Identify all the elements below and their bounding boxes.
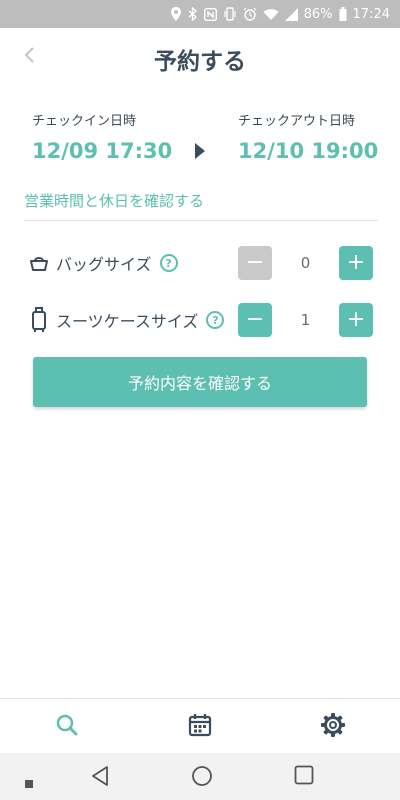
checkout-value: 12/10 19:00 — [238, 139, 379, 163]
arrow-right-icon — [195, 143, 205, 159]
home-circle-icon[interactable] — [191, 765, 213, 791]
vibrate-icon — [223, 7, 237, 21]
gear-icon — [320, 712, 346, 742]
bag-size-label: バッグサイズ — [56, 255, 152, 274]
suitcase-size-row: スーツケースサイズ ? − 1 + — [28, 302, 373, 338]
bag-icon — [28, 250, 50, 276]
bag-quantity-stepper: − 0 + — [238, 245, 373, 281]
suitcase-quantity-stepper: − 1 + — [238, 302, 373, 338]
bag-help-icon[interactable]: ? — [159, 254, 178, 272]
system-nav-bar — [0, 753, 400, 800]
search-icon — [55, 713, 79, 741]
nav-search[interactable] — [53, 713, 81, 741]
checkin-label: チェックイン日時 — [32, 114, 137, 129]
wifi-icon — [263, 8, 279, 21]
bag-quantity: 0 — [300, 254, 311, 272]
bag-size-row: バッグサイズ ? − 0 + — [28, 245, 373, 281]
checkin-datetime[interactable]: チェックイン日時 12/09 17:30 — [32, 110, 172, 163]
recents-dot-icon[interactable] — [25, 773, 33, 792]
checkin-value: 12/09 17:30 — [32, 139, 173, 163]
divider — [24, 220, 378, 221]
bottom-nav — [0, 698, 400, 753]
nfc-icon — [203, 7, 217, 21]
status-time: 17:24 — [352, 6, 390, 22]
suitcase-plus-button[interactable]: + — [339, 303, 373, 337]
battery-percent: 86% — [303, 6, 333, 22]
location-icon — [170, 7, 182, 21]
checkout-label: チェックアウト日時 — [238, 114, 356, 129]
suitcase-minus-button[interactable]: − — [238, 303, 272, 337]
battery-icon — [339, 7, 347, 21]
suitcase-help-icon[interactable]: ? — [206, 311, 225, 329]
page-title: 予約する — [154, 49, 246, 75]
overview-square-icon[interactable] — [294, 765, 314, 789]
nav-calendar[interactable] — [186, 713, 214, 741]
calendar-icon — [188, 713, 212, 741]
confirm-reservation-button[interactable]: 予約内容を確認する — [33, 357, 367, 407]
suitcase-size-label: スーツケースサイズ — [56, 312, 199, 331]
suitcase-quantity: 1 — [300, 311, 311, 329]
signal-icon — [284, 7, 298, 21]
alarm-icon — [243, 7, 257, 21]
suitcase-icon — [28, 307, 50, 333]
business-hours-link[interactable]: 営業時間と休日を確認する — [24, 190, 204, 211]
bag-plus-button[interactable]: + — [339, 246, 373, 280]
header: 予約する — [0, 28, 400, 88]
nav-settings[interactable] — [319, 713, 347, 741]
bag-minus-button[interactable]: − — [238, 246, 272, 280]
back-triangle-icon[interactable] — [90, 765, 110, 791]
bluetooth-icon — [188, 7, 198, 21]
status-bar: 86% 17:24 — [0, 0, 400, 28]
checkout-datetime[interactable]: チェックアウト日時 12/10 19:00 — [238, 110, 378, 163]
